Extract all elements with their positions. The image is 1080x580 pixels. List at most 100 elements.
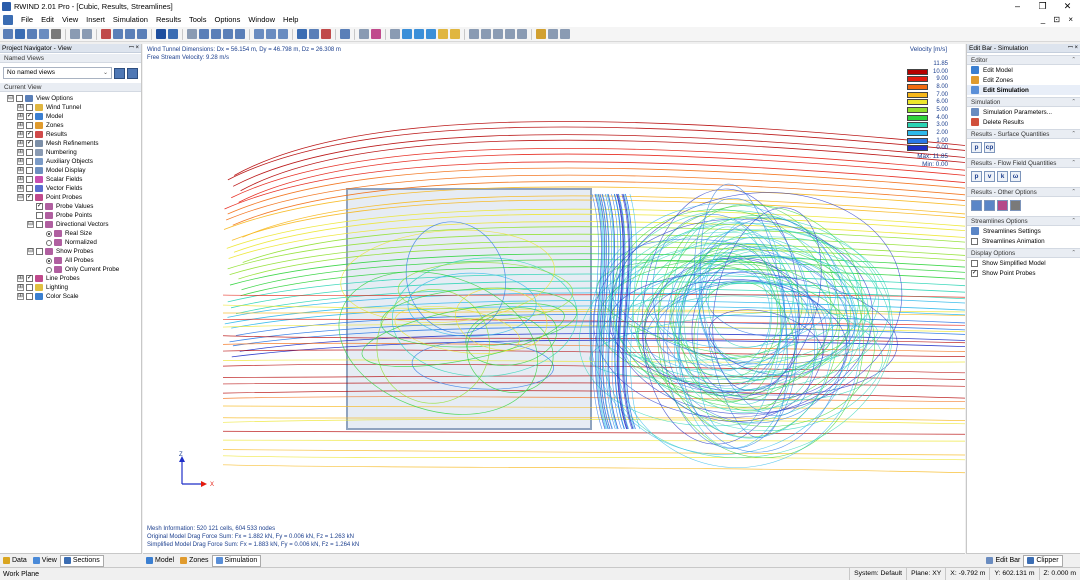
surface-cp-button[interactable]: cp: [984, 142, 995, 153]
tree-item[interactable]: ⊞ Color Scale: [7, 292, 141, 301]
tree-item[interactable]: ⊟ Show Probes: [7, 247, 141, 256]
flow-velocity-button[interactable]: v: [984, 171, 995, 182]
toolbar-tool-icon[interactable]: [51, 29, 61, 39]
editor-section-header[interactable]: Editor ⌃: [967, 55, 1080, 65]
tab-zones[interactable]: Zones: [177, 555, 211, 567]
maximize-button[interactable]: ❐: [1030, 0, 1055, 13]
tree-item[interactable]: ⊟ ✓ Point Probes: [7, 193, 141, 202]
tree-item[interactable]: ⊞ Numbering: [7, 148, 141, 157]
toolbar-tool-icon[interactable]: [438, 29, 448, 39]
toolbar-tool-icon[interactable]: [390, 29, 400, 39]
toolbar-tool-icon[interactable]: [125, 29, 135, 39]
toolbar-tool-icon[interactable]: [137, 29, 147, 39]
edit-model-item[interactable]: Edit Model: [967, 65, 1080, 75]
tree-radio[interactable]: [46, 230, 52, 237]
toolbar-tool-icon[interactable]: [402, 29, 412, 39]
tab-data[interactable]: Data: [0, 555, 30, 567]
clipping-button[interactable]: [997, 200, 1008, 211]
tree-item[interactable]: Real Size: [7, 229, 141, 238]
tab-sections[interactable]: Sections: [59, 554, 104, 567]
toolbar-tool-icon[interactable]: [199, 29, 209, 39]
flow-pressure-button[interactable]: p: [971, 171, 982, 182]
tree-item[interactable]: ⊞ ✓ Results: [7, 130, 141, 139]
manage-views-icon[interactable]: [127, 67, 138, 79]
expand-toggle-icon[interactable]: ⊟: [27, 248, 34, 255]
tree-item[interactable]: ✓ Probe Values: [7, 202, 141, 211]
tree-checkbox[interactable]: [26, 158, 33, 165]
toolbar-tool-icon[interactable]: [15, 29, 25, 39]
tree-radio[interactable]: [46, 266, 52, 273]
expand-toggle-icon[interactable]: ⊞: [17, 149, 24, 156]
tree-checkbox[interactable]: [36, 221, 43, 228]
simulation-parameters-item[interactable]: Simulation Parameters...: [967, 107, 1080, 117]
expand-toggle-icon[interactable]: ⊞: [17, 293, 24, 300]
toolbar-tool-icon[interactable]: [297, 29, 307, 39]
tree-radio[interactable]: [46, 239, 52, 246]
tree-checkbox[interactable]: ✓: [36, 203, 43, 210]
toolbar-tool-icon[interactable]: [187, 29, 197, 39]
tree-checkbox[interactable]: [26, 167, 33, 174]
tree-checkbox[interactable]: [26, 284, 33, 291]
toolbar-tool-icon[interactable]: [211, 29, 221, 39]
expand-toggle-icon[interactable]: ⊞: [17, 140, 24, 147]
expand-toggle-icon[interactable]: ⊞: [17, 104, 24, 111]
tree-item[interactable]: ⊞ Lighting: [7, 283, 141, 292]
expand-toggle-icon[interactable]: ⊞: [17, 167, 24, 174]
tree-item[interactable]: Only Current Probe: [7, 265, 141, 274]
probes-button[interactable]: [1010, 200, 1021, 211]
tree-checkbox[interactable]: ✓: [26, 140, 33, 147]
toolbar-tool-icon[interactable]: [505, 29, 515, 39]
save-view-icon[interactable]: [114, 67, 125, 79]
show-simplified-model-item[interactable]: Show Simplified Model: [967, 258, 1080, 268]
document-window-controls[interactable]: _ ⊡ ×: [1041, 13, 1076, 27]
tree-item[interactable]: ⊟ View Options: [7, 94, 141, 103]
menu-insert[interactable]: Insert: [82, 13, 109, 27]
edit-simulation-item[interactable]: Edit Simulation: [967, 85, 1080, 95]
expand-toggle-icon[interactable]: ⊞: [17, 158, 24, 165]
streamlines-button[interactable]: [971, 200, 982, 211]
expand-toggle-icon[interactable]: ⊞: [17, 113, 24, 120]
toolbar-tool-icon[interactable]: [39, 29, 49, 39]
plane-status[interactable]: Plane: XY: [906, 568, 945, 580]
display-options-header[interactable]: Display Options ⌃: [967, 248, 1080, 258]
menu-help[interactable]: Help: [279, 13, 302, 27]
tree-checkbox[interactable]: [26, 176, 33, 183]
tree-checkbox[interactable]: ✓: [26, 275, 33, 282]
toolbar-tool-icon[interactable]: [371, 29, 381, 39]
toolbar-tool-icon[interactable]: [113, 29, 123, 39]
toolbar-tool-icon[interactable]: [254, 29, 264, 39]
flow-field-quantities-header[interactable]: Results - Flow Field Quantities ⌃: [967, 158, 1080, 168]
show-point-probes-item[interactable]: ✓ Show Point Probes: [967, 268, 1080, 278]
menu-window[interactable]: Window: [244, 13, 279, 27]
tree-item[interactable]: ⊞ Scalar Fields: [7, 175, 141, 184]
expand-toggle-icon[interactable]: ⊞: [17, 284, 24, 291]
tab-model[interactable]: Model: [143, 555, 177, 567]
toolbar-tool-icon[interactable]: [3, 29, 13, 39]
tree-checkbox[interactable]: [26, 185, 33, 192]
model-viewport[interactable]: Wind Tunnel Dimensions: Dx = 56.154 m, D…: [143, 44, 965, 553]
tree-item[interactable]: ⊞ Vector Fields: [7, 184, 141, 193]
toolbar-tool-icon[interactable]: [359, 29, 369, 39]
minimize-button[interactable]: –: [1005, 0, 1030, 13]
expand-toggle-icon[interactable]: ⊞: [17, 131, 24, 138]
system-status[interactable]: System: Default: [849, 568, 906, 580]
tree-item[interactable]: ⊞ Model Display: [7, 166, 141, 175]
tree-checkbox[interactable]: [36, 248, 43, 255]
navigator-pin-close-icon[interactable]: ꟷ ×: [129, 44, 139, 53]
expand-toggle-icon[interactable]: ⊞: [17, 275, 24, 282]
other-options-header[interactable]: Results - Other Options ⌃: [967, 187, 1080, 197]
toolbar-tool-icon[interactable]: [450, 29, 460, 39]
menu-results[interactable]: Results: [152, 13, 185, 27]
toolbar-tool-icon[interactable]: [223, 29, 233, 39]
expand-toggle-icon[interactable]: ⊞: [17, 185, 24, 192]
named-views-select[interactable]: No named views ⌄: [3, 67, 112, 79]
streamlines-options-header[interactable]: Streamlines Options ⌃: [967, 216, 1080, 226]
edit-bar-pin-close-icon[interactable]: ꟷ ×: [1068, 44, 1078, 53]
tree-checkbox[interactable]: [16, 95, 23, 102]
toolbar-tool-icon[interactable]: [27, 29, 37, 39]
toolbar-tool-icon[interactable]: [426, 29, 436, 39]
vectors-button[interactable]: [984, 200, 995, 211]
tree-checkbox[interactable]: ✓: [26, 131, 33, 138]
tree-radio[interactable]: [46, 257, 52, 264]
tab-clipper[interactable]: Clipper: [1023, 554, 1063, 567]
